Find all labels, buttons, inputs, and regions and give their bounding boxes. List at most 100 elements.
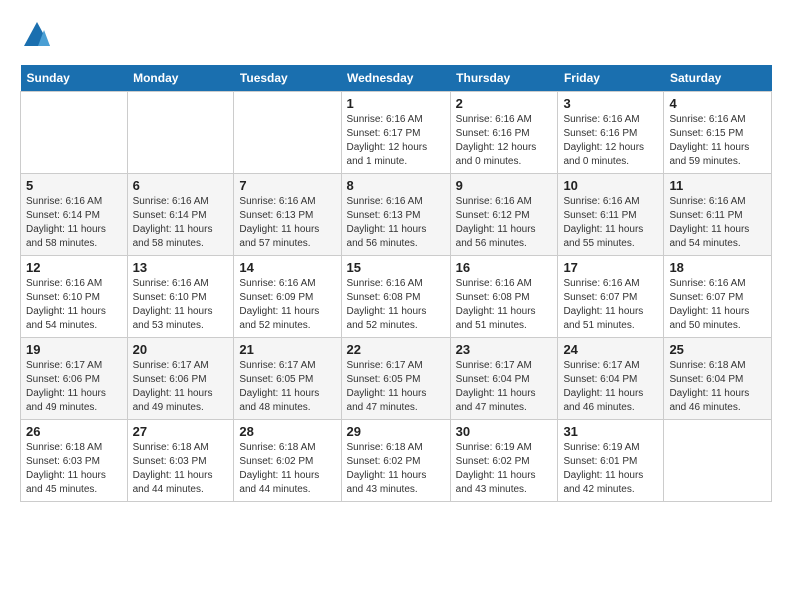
date-number: 13 bbox=[133, 260, 229, 275]
date-number: 29 bbox=[347, 424, 445, 439]
date-number: 18 bbox=[669, 260, 766, 275]
calendar-cell: 7Sunrise: 6:16 AM Sunset: 6:13 PM Daylig… bbox=[234, 174, 341, 256]
day-header-tuesday: Tuesday bbox=[234, 65, 341, 92]
cell-info: Sunrise: 6:16 AM Sunset: 6:10 PM Dayligh… bbox=[133, 277, 229, 333]
cell-info: Sunrise: 6:16 AM Sunset: 6:11 PM Dayligh… bbox=[563, 195, 658, 251]
cell-info: Sunrise: 6:16 AM Sunset: 6:11 PM Dayligh… bbox=[669, 195, 766, 251]
calendar-cell bbox=[21, 92, 128, 174]
date-number: 15 bbox=[347, 260, 445, 275]
date-number: 28 bbox=[239, 424, 335, 439]
cell-info: Sunrise: 6:16 AM Sunset: 6:09 PM Dayligh… bbox=[239, 277, 335, 333]
calendar-cell: 11 Sunrise: 6:16 AM Sunset: 6:11 PM Dayli… bbox=[664, 174, 772, 256]
calendar-cell: 10 Sunrise: 6:16 AM Sunset: 6:11 PM Dayli… bbox=[558, 174, 664, 256]
cell-info: Sunrise: 6:16 AM Sunset: 6:07 PM Dayligh… bbox=[563, 277, 658, 333]
day-header-sunday: Sunday bbox=[21, 65, 128, 92]
calendar-cell bbox=[664, 420, 772, 502]
calendar-cell: 5 Sunrise: 6:16 AM Sunset: 6:14 PM Daylig… bbox=[21, 174, 128, 256]
cell-info: Sunrise: 6:17 AM Sunset: 6:06 PM Dayligh… bbox=[133, 359, 229, 415]
cell-info: Sunrise: 6:16 AM Sunset: 6:15 PM Dayligh… bbox=[669, 113, 766, 169]
date-number: 5 bbox=[26, 178, 122, 193]
date-number: 21 bbox=[239, 342, 335, 357]
calendar-cell: 20 Sunrise: 6:17 AM Sunset: 6:06 PM Dayli… bbox=[127, 338, 234, 420]
cell-info: Sunrise: 6:16 AM Sunset: 6:08 PM Dayligh… bbox=[456, 277, 553, 333]
day-header-monday: Monday bbox=[127, 65, 234, 92]
calendar-cell: 24 Sunrise: 6:17 AM Sunset: 6:04 PM Dayli… bbox=[558, 338, 664, 420]
date-number: 11 bbox=[669, 178, 766, 193]
cell-info: Sunrise: 6:16 AM Sunset: 6:17 PM Dayligh… bbox=[347, 113, 445, 169]
date-number: 31 bbox=[563, 424, 658, 439]
day-header-friday: Friday bbox=[558, 65, 664, 92]
cell-info: Sunrise: 6:17 AM Sunset: 6:05 PM Dayligh… bbox=[239, 359, 335, 415]
date-number: 25 bbox=[669, 342, 766, 357]
calendar-cell: 2Sunrise: 6:16 AM Sunset: 6:16 PM Daylig… bbox=[450, 92, 558, 174]
cell-info: Sunrise: 6:17 AM Sunset: 6:04 PM Dayligh… bbox=[456, 359, 553, 415]
calendar-cell: 4 Sunrise: 6:16 AM Sunset: 6:15 PM Daylig… bbox=[664, 92, 772, 174]
week-row-5: 26 Sunrise: 6:18 AM Sunset: 6:03 PM Dayli… bbox=[21, 420, 772, 502]
week-row-2: 5 Sunrise: 6:16 AM Sunset: 6:14 PM Daylig… bbox=[21, 174, 772, 256]
cell-info: Sunrise: 6:18 AM Sunset: 6:03 PM Dayligh… bbox=[133, 441, 229, 497]
calendar-cell: 1Sunrise: 6:16 AM Sunset: 6:17 PM Daylig… bbox=[341, 92, 450, 174]
calendar-cell: 31Sunrise: 6:19 AM Sunset: 6:01 PM Dayli… bbox=[558, 420, 664, 502]
cell-info: Sunrise: 6:16 AM Sunset: 6:10 PM Dayligh… bbox=[26, 277, 122, 333]
date-number: 10 bbox=[563, 178, 658, 193]
calendar-cell: 12 Sunrise: 6:16 AM Sunset: 6:10 PM Dayli… bbox=[21, 256, 128, 338]
calendar-cell: 16 Sunrise: 6:16 AM Sunset: 6:08 PM Dayli… bbox=[450, 256, 558, 338]
week-row-3: 12 Sunrise: 6:16 AM Sunset: 6:10 PM Dayli… bbox=[21, 256, 772, 338]
calendar-cell: 18Sunrise: 6:16 AM Sunset: 6:07 PM Dayli… bbox=[664, 256, 772, 338]
calendar-cell: 8 Sunrise: 6:16 AM Sunset: 6:13 PM Daylig… bbox=[341, 174, 450, 256]
calendar-cell: 9 Sunrise: 6:16 AM Sunset: 6:12 PM Daylig… bbox=[450, 174, 558, 256]
date-number: 24 bbox=[563, 342, 658, 357]
calendar-cell: 3 Sunrise: 6:16 AM Sunset: 6:16 PM Daylig… bbox=[558, 92, 664, 174]
calendar-cell: 30Sunrise: 6:19 AM Sunset: 6:02 PM Dayli… bbox=[450, 420, 558, 502]
date-number: 6 bbox=[133, 178, 229, 193]
day-header-wednesday: Wednesday bbox=[341, 65, 450, 92]
calendar-cell: 23 Sunrise: 6:17 AM Sunset: 6:04 PM Dayli… bbox=[450, 338, 558, 420]
date-number: 9 bbox=[456, 178, 553, 193]
calendar-table: SundayMondayTuesdayWednesdayThursdayFrid… bbox=[20, 65, 772, 502]
date-number: 26 bbox=[26, 424, 122, 439]
day-header-thursday: Thursday bbox=[450, 65, 558, 92]
calendar-cell: 14 Sunrise: 6:16 AM Sunset: 6:09 PM Dayli… bbox=[234, 256, 341, 338]
week-row-1: 1Sunrise: 6:16 AM Sunset: 6:17 PM Daylig… bbox=[21, 92, 772, 174]
cell-info: Sunrise: 6:18 AM Sunset: 6:02 PM Dayligh… bbox=[347, 441, 445, 497]
day-header-saturday: Saturday bbox=[664, 65, 772, 92]
cell-info: Sunrise: 6:16 AM Sunset: 6:14 PM Dayligh… bbox=[133, 195, 229, 251]
calendar-cell: 17 Sunrise: 6:16 AM Sunset: 6:07 PM Dayli… bbox=[558, 256, 664, 338]
calendar-cell: 28 Sunrise: 6:18 AM Sunset: 6:02 PM Dayli… bbox=[234, 420, 341, 502]
page-header bbox=[20, 20, 772, 55]
date-number: 4 bbox=[669, 96, 766, 111]
cell-info: Sunrise: 6:16 AM Sunset: 6:12 PM Dayligh… bbox=[456, 195, 553, 251]
cell-info: Sunrise: 6:18 AM Sunset: 6:02 PM Dayligh… bbox=[239, 441, 335, 497]
calendar-cell bbox=[127, 92, 234, 174]
date-number: 16 bbox=[456, 260, 553, 275]
cell-info: Sunrise: 6:16 AM Sunset: 6:16 PM Dayligh… bbox=[456, 113, 553, 169]
cell-info: Sunrise: 6:16 AM Sunset: 6:14 PM Dayligh… bbox=[26, 195, 122, 251]
date-number: 3 bbox=[563, 96, 658, 111]
calendar-cell: 26Sunrise: 6:18 AM Sunset: 6:03 PM Dayli… bbox=[21, 420, 128, 502]
logo bbox=[20, 20, 52, 55]
cell-info: Sunrise: 6:16 AM Sunset: 6:13 PM Dayligh… bbox=[239, 195, 335, 251]
date-number: 12 bbox=[26, 260, 122, 275]
date-number: 14 bbox=[239, 260, 335, 275]
date-number: 17 bbox=[563, 260, 658, 275]
date-number: 22 bbox=[347, 342, 445, 357]
date-number: 19 bbox=[26, 342, 122, 357]
calendar-cell: 13 Sunrise: 6:16 AM Sunset: 6:10 PM Dayli… bbox=[127, 256, 234, 338]
calendar-cell: 22 Sunrise: 6:17 AM Sunset: 6:05 PM Dayli… bbox=[341, 338, 450, 420]
cell-info: Sunrise: 6:16 AM Sunset: 6:13 PM Dayligh… bbox=[347, 195, 445, 251]
cell-info: Sunrise: 6:16 AM Sunset: 6:08 PM Dayligh… bbox=[347, 277, 445, 333]
cell-info: Sunrise: 6:19 AM Sunset: 6:02 PM Dayligh… bbox=[456, 441, 553, 497]
calendar-cell: 29 Sunrise: 6:18 AM Sunset: 6:02 PM Dayli… bbox=[341, 420, 450, 502]
cell-info: Sunrise: 6:17 AM Sunset: 6:05 PM Dayligh… bbox=[347, 359, 445, 415]
calendar-header-row: SundayMondayTuesdayWednesdayThursdayFrid… bbox=[21, 65, 772, 92]
calendar-cell: 21 Sunrise: 6:17 AM Sunset: 6:05 PM Dayli… bbox=[234, 338, 341, 420]
date-number: 23 bbox=[456, 342, 553, 357]
calendar-cell: 15 Sunrise: 6:16 AM Sunset: 6:08 PM Dayli… bbox=[341, 256, 450, 338]
cell-info: Sunrise: 6:18 AM Sunset: 6:04 PM Dayligh… bbox=[669, 359, 766, 415]
cell-info: Sunrise: 6:17 AM Sunset: 6:04 PM Dayligh… bbox=[563, 359, 658, 415]
calendar-cell bbox=[234, 92, 341, 174]
date-number: 8 bbox=[347, 178, 445, 193]
date-number: 20 bbox=[133, 342, 229, 357]
calendar-cell: 19Sunrise: 6:17 AM Sunset: 6:06 PM Dayli… bbox=[21, 338, 128, 420]
cell-info: Sunrise: 6:16 AM Sunset: 6:16 PM Dayligh… bbox=[563, 113, 658, 169]
